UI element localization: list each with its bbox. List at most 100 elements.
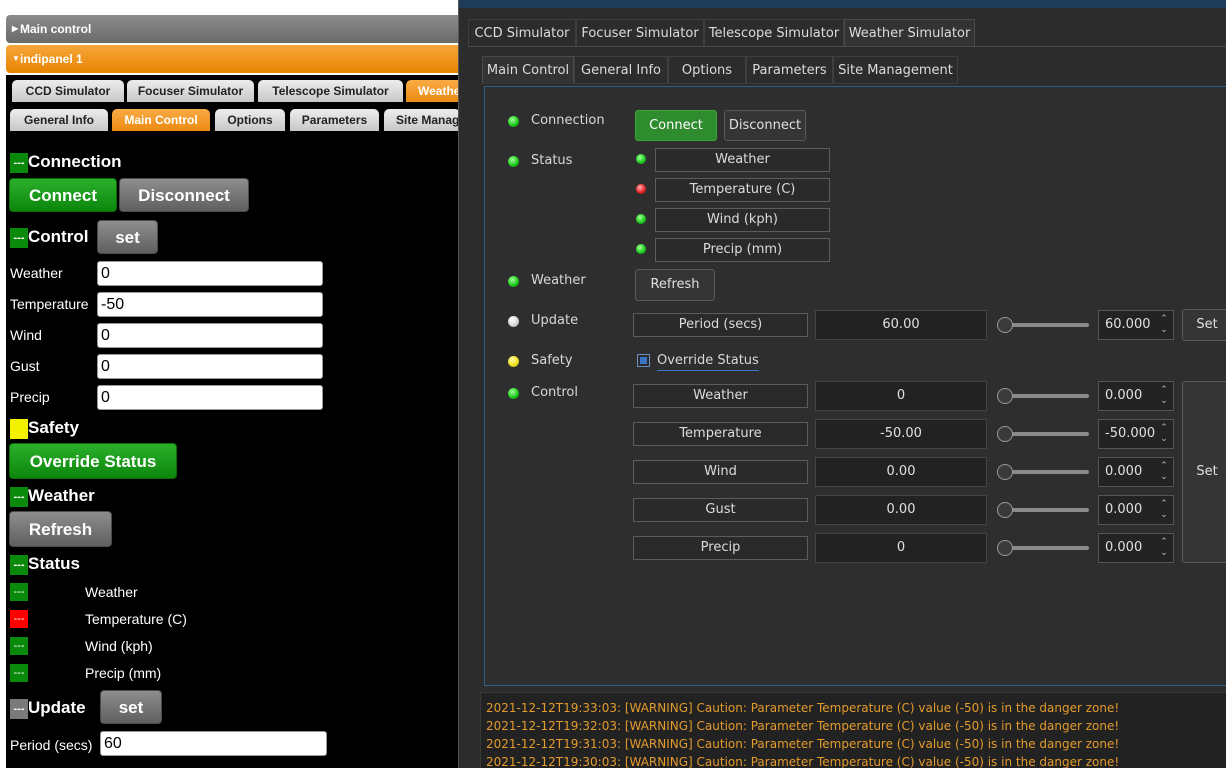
weather-spinbox[interactable]: 0.000 ⌃ ⌄ [1098, 381, 1174, 411]
tab-focuser-simulator[interactable]: Focuser Simulator [127, 80, 254, 102]
period-input[interactable]: 60 [100, 731, 327, 756]
tab-weather-simulator[interactable]: Weather Simulator [844, 19, 975, 47]
status-marker-temperature: --- [10, 610, 28, 628]
caret-down-icon: ▼ [12, 54, 20, 63]
connect-button[interactable]: Connect [9, 178, 117, 212]
spin-up-icon[interactable]: ⌃ [1158, 537, 1170, 547]
temperature-spinbox[interactable]: -50.000 ⌃ ⌄ [1098, 419, 1174, 449]
checkbox-fill [640, 357, 647, 364]
spin-up-icon[interactable]: ⌃ [1158, 499, 1170, 509]
disconnect-button[interactable]: Disconnect [119, 178, 249, 212]
tab-general-info[interactable]: General Info [10, 109, 108, 131]
spin-down-icon[interactable]: ⌄ [1158, 434, 1170, 444]
weather-slider-handle[interactable] [997, 388, 1013, 404]
refresh-button[interactable]: Refresh [635, 269, 715, 301]
tab-focuser-simulator[interactable]: Focuser Simulator [576, 19, 704, 47]
control-name-gust: Gust [633, 498, 808, 522]
spin-down-icon[interactable]: ⌄ [1158, 396, 1170, 406]
tab-telescope-simulator[interactable]: Telescope Simulator [258, 80, 403, 102]
safety-heading: Safety [28, 418, 80, 437]
precip-spinbox[interactable]: 0.000 ⌃ ⌄ [1098, 533, 1174, 563]
spin-up-icon[interactable]: ⌃ [1158, 423, 1170, 433]
control-input-wind[interactable]: 0 [97, 323, 323, 348]
refresh-button[interactable]: Refresh [9, 511, 112, 547]
tab-weather-simulator[interactable]: Weathe [406, 80, 460, 102]
tab-site-management[interactable]: Site Management [833, 56, 958, 84]
status-led [508, 156, 519, 167]
override-status-label[interactable]: Override Status [657, 352, 759, 371]
log-line: 2021-12-12T19:32:03: [WARNING] Caution: … [486, 719, 1120, 733]
spin-up-icon[interactable]: ⌃ [1158, 461, 1170, 471]
tab-options[interactable]: Options [668, 56, 746, 84]
status-wind-label: Wind (kph) [655, 208, 830, 232]
control-set-button[interactable]: Set [1182, 381, 1226, 563]
wind-spinbox-value: 0.000 [1105, 464, 1143, 479]
period-set-button[interactable]: Set [1182, 309, 1226, 341]
control-state-marker: --- [10, 227, 28, 248]
ekos-indi-control-panel: CCD Simulator Focuser Simulator Telescop… [458, 0, 1226, 768]
status-label-precip: Precip (mm) [85, 665, 162, 681]
connect-button[interactable]: Connect [635, 110, 717, 141]
tab-ccd-simulator[interactable]: CCD Simulator [12, 80, 124, 102]
tab-site-management[interactable]: Site Manag [384, 109, 460, 131]
control-label-gust: Gust [10, 358, 40, 374]
accordion-main-control[interactable]: ▶ Main control [6, 15, 460, 43]
spin-up-icon[interactable]: ⌃ [1158, 314, 1170, 324]
precip-slider-track[interactable] [1005, 546, 1089, 550]
period-slider-handle[interactable] [997, 317, 1013, 333]
control-value-precip: 0 [815, 533, 987, 563]
weather-spinbox-value: 0.000 [1105, 388, 1143, 403]
period-slider-track[interactable] [1005, 323, 1089, 327]
wind-slider-handle[interactable] [997, 464, 1013, 480]
override-status-checkbox[interactable] [637, 354, 650, 367]
status-label-weather: Weather [85, 584, 138, 600]
gust-slider-track[interactable] [1005, 508, 1089, 512]
tab-main-control[interactable]: Main Control [112, 109, 210, 131]
status-weather-label: Weather [655, 148, 830, 172]
control-input-temperature[interactable]: -50 [97, 292, 323, 317]
accordion-indipanel[interactable]: ▼ indipanel 1 [6, 45, 460, 73]
gust-slider-handle[interactable] [997, 502, 1013, 518]
tab-parameters[interactable]: Parameters [746, 56, 833, 84]
spin-down-icon[interactable]: ⌄ [1158, 325, 1170, 335]
override-status-button[interactable]: Override Status [9, 443, 177, 479]
gust-spinbox-value: 0.000 [1105, 502, 1143, 517]
accordion-main-control-label: Main control [20, 22, 92, 36]
accordion-indipanel-label: indipanel 1 [20, 52, 83, 66]
status-wind-led [636, 214, 646, 224]
weather-slider-track[interactable] [1005, 394, 1089, 398]
control-value-wind: 0.00 [815, 457, 987, 487]
tab-telescope-simulator[interactable]: Telescope Simulator [704, 19, 844, 47]
tab-general-info[interactable]: General Info [574, 56, 668, 84]
control-set-button[interactable]: set [97, 220, 158, 254]
wind-slider-track[interactable] [1005, 470, 1089, 474]
tab-ccd-simulator[interactable]: CCD Simulator [468, 19, 576, 47]
tab-parameters[interactable]: Parameters [290, 109, 379, 131]
control-label-precip: Precip [10, 389, 50, 405]
section-status: --- Status [10, 553, 80, 575]
wind-spinbox[interactable]: 0.000 ⌃ ⌄ [1098, 457, 1174, 487]
spin-down-icon[interactable]: ⌄ [1158, 510, 1170, 520]
tab-divider [468, 46, 1226, 47]
control-name-precip: Precip [633, 536, 808, 560]
disconnect-button[interactable]: Disconnect [724, 110, 806, 141]
temperature-slider-track[interactable] [1005, 432, 1089, 436]
control-input-gust[interactable]: 0 [97, 354, 323, 379]
precip-slider-handle[interactable] [997, 540, 1013, 556]
gust-spinbox[interactable]: 0.000 ⌃ ⌄ [1098, 495, 1174, 525]
status-temperature-led [636, 184, 646, 194]
tab-main-control[interactable]: Main Control [482, 56, 574, 84]
update-set-button[interactable]: set [100, 690, 162, 724]
period-label: Period (secs) [10, 737, 93, 753]
period-spinbox[interactable]: 60.000 ⌃ ⌄ [1098, 310, 1174, 340]
spin-up-icon[interactable]: ⌃ [1158, 385, 1170, 395]
tab-options[interactable]: Options [215, 109, 285, 131]
safety-state-marker: --- [10, 418, 28, 439]
connection-state-marker: --- [10, 152, 28, 173]
temperature-slider-handle[interactable] [997, 426, 1013, 442]
spin-down-icon[interactable]: ⌄ [1158, 548, 1170, 558]
control-input-precip[interactable]: 0 [97, 385, 323, 410]
control-input-weather[interactable]: 0 [97, 261, 323, 286]
control-led [508, 388, 519, 399]
spin-down-icon[interactable]: ⌄ [1158, 472, 1170, 482]
